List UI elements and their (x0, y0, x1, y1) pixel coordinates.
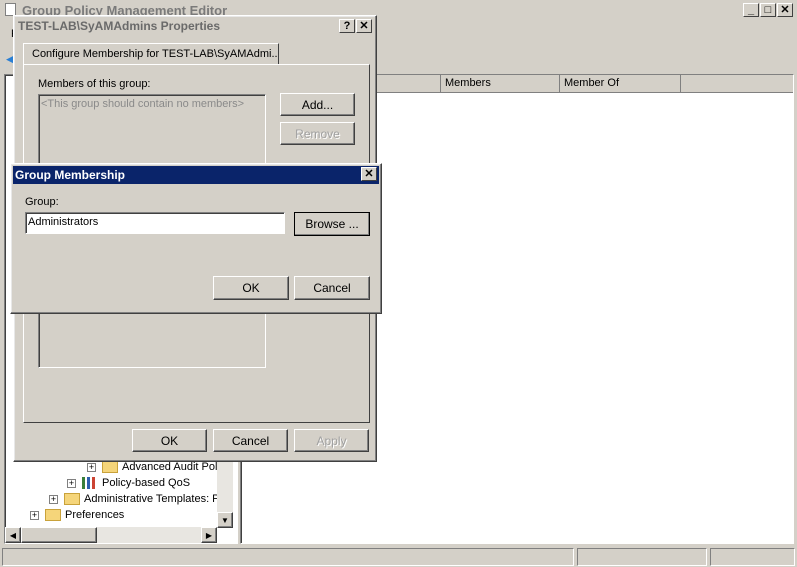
status-cell-1 (2, 548, 574, 566)
maximize-button[interactable]: □ (760, 3, 776, 17)
group-title: Group Membership (15, 168, 126, 182)
add-button[interactable]: Add... (280, 93, 355, 116)
group-close-button[interactable]: ✕ (361, 167, 377, 181)
expand-icon[interactable]: + (67, 478, 76, 488)
apply-button[interactable]: Apply (294, 429, 369, 452)
properties-title: TEST-LAB\SyAMAdmins Properties (18, 19, 221, 33)
tab-label: Configure Membership for TEST-LAB\SyAMAd… (32, 48, 279, 60)
scroll-left-button[interactable]: ◀ (5, 527, 21, 543)
tree-item-preferences[interactable]: + Preferences (30, 507, 124, 523)
tree-item-admin-templates[interactable]: + Administrative Templates: P (49, 491, 220, 507)
column-header-blank (681, 75, 793, 93)
properties-titlebar: TEST-LAB\SyAMAdmins Properties ? ✕ (16, 18, 374, 36)
group-label: Group: (25, 196, 59, 208)
column-header-member-of[interactable]: Member Of (560, 75, 681, 93)
tab-configure-membership[interactable]: Configure Membership for TEST-LAB\SyAMAd… (23, 43, 279, 65)
column-header-members[interactable]: Members (441, 75, 560, 93)
scroll-down-button[interactable]: ▼ (217, 512, 233, 528)
properties-cancel-button[interactable]: Cancel (213, 429, 288, 452)
expand-icon[interactable]: + (49, 494, 58, 504)
close-button[interactable]: ✕ (777, 3, 793, 17)
group-input[interactable]: Administrators (25, 212, 285, 234)
status-cell-2 (577, 548, 707, 566)
folder-icon (64, 493, 80, 506)
group-ok-button[interactable]: OK (213, 276, 289, 300)
group-input-value: Administrators (28, 216, 99, 228)
group-cancel-button[interactable]: Cancel (294, 276, 370, 300)
scroll-right-button[interactable]: ▶ (201, 527, 217, 543)
group-membership-dialog: Group Membership ✕ Group: Administrators… (10, 163, 382, 314)
folder-icon (45, 509, 61, 522)
status-cell-3 (710, 548, 795, 566)
group-titlebar: Group Membership ✕ (13, 166, 379, 184)
members-placeholder: <This group should contain no members> (41, 98, 245, 110)
properties-ok-button[interactable]: OK (132, 429, 207, 452)
expand-icon[interactable]: + (87, 462, 96, 472)
folder-icon (102, 461, 118, 474)
help-button[interactable]: ? (339, 19, 355, 33)
tree-item-policy-qos[interactable]: + Policy-based QoS (67, 475, 190, 491)
chart-icon (82, 477, 98, 490)
browse-button[interactable]: Browse ... (294, 212, 370, 236)
properties-close-button[interactable]: ✕ (356, 19, 372, 33)
scroll-thumb[interactable] (21, 527, 97, 543)
minimize-button[interactable]: _ (743, 3, 759, 17)
members-label: Members of this group: (38, 78, 151, 90)
expand-icon[interactable]: + (30, 510, 39, 520)
tree-hscroll[interactable]: ◀ ▶ (5, 527, 217, 543)
remove-button[interactable]: Remove (280, 122, 355, 145)
